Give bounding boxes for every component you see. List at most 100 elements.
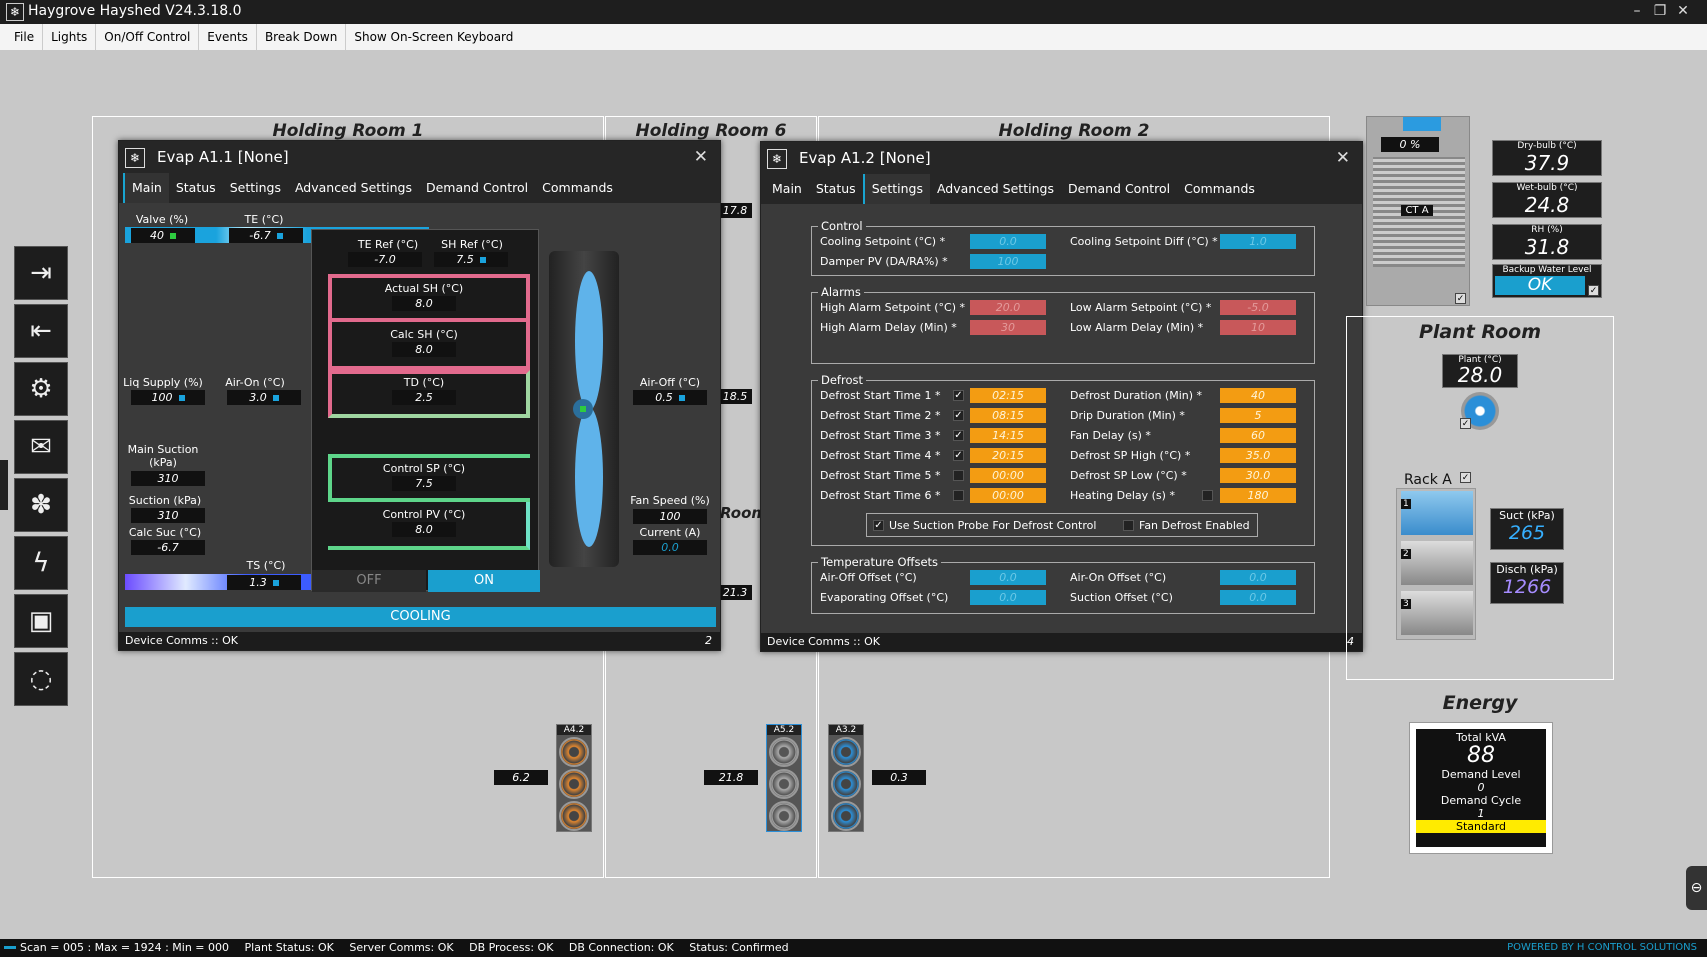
defrost-start-checkbox[interactable] (953, 470, 964, 481)
tab-advanced[interactable]: Advanced Settings (288, 173, 419, 203)
plant-status: Plant Status: OK (244, 941, 334, 954)
heating-delay-checkbox[interactable] (1202, 490, 1213, 501)
tab-status[interactable]: Status (169, 173, 223, 203)
close-icon[interactable]: ✕ (1336, 142, 1350, 174)
air-off-offset-label: Air-Off Offset (°C) (820, 571, 917, 584)
defrost-start-input[interactable]: 00:00 (970, 468, 1046, 483)
defrost-start-checkbox[interactable]: ✓ (953, 410, 964, 421)
unit-a42[interactable]: A4.2 (556, 724, 592, 832)
evap-offset-input[interactable]: 0.0 (970, 590, 1046, 605)
defrost-duration-input[interactable]: 40 (1220, 388, 1296, 403)
fan-control-button[interactable]: ✽ (14, 478, 68, 532)
tower-checkbox[interactable]: ✓ (1455, 293, 1466, 304)
refresh-button[interactable]: ◌ (14, 652, 68, 706)
damper-label: Damper PV (DA/RA%) * (820, 255, 948, 268)
high-alarm-delay-input[interactable]: 30 (970, 320, 1046, 335)
login-button[interactable]: ⇥ (14, 246, 68, 300)
rh-label: RH (%) (1531, 225, 1563, 235)
power-button[interactable]: ϟ (14, 536, 68, 590)
menu-events[interactable]: Events (199, 24, 257, 50)
menu-file[interactable]: File (0, 24, 44, 50)
backup-water-checkbox[interactable]: ✓ (1588, 285, 1599, 296)
unit-label: A5.2 (767, 725, 801, 735)
tab-settings[interactable]: Settings (223, 173, 288, 203)
logout-button[interactable]: ⇤ (14, 304, 68, 358)
low-alarm-delay-input[interactable]: 10 (1220, 320, 1296, 335)
suction-value: 310 (131, 508, 205, 523)
unit-a32[interactable]: A3.2 (828, 724, 864, 832)
cooling-sp-input[interactable]: 0.0 (970, 234, 1046, 249)
damper-input[interactable]: 100 (970, 254, 1046, 269)
discharge-pressure-panel: Disch (kPa) 1266 (1490, 562, 1564, 604)
evap-a11-window[interactable]: ❄ Evap A1.1 [None] ✕ Main Status Settings A… (118, 140, 721, 651)
plant-temp-value: 28.0 (1457, 363, 1503, 387)
user-settings-button[interactable]: ⚙ (14, 362, 68, 416)
mail-button[interactable]: ✉ (14, 420, 68, 474)
control-panel: TE Ref (°C) -7.0 SH Ref (°C) 7.5 Actual … (311, 229, 540, 592)
defrost-start-checkbox[interactable]: ✓ (953, 430, 964, 441)
plant-fan-checkbox[interactable]: ✓ (1460, 418, 1471, 429)
close-icon[interactable]: ✕ (694, 141, 708, 173)
status-dot (479, 257, 486, 263)
defrost-start-checkbox[interactable]: ✓ (953, 390, 964, 401)
tab-commands[interactable]: Commands (535, 173, 620, 203)
defrost-start-input[interactable]: 00:00 (970, 488, 1046, 503)
save-button[interactable]: ▣ (14, 594, 68, 648)
suction-offset-input[interactable]: 0.0 (1220, 590, 1296, 605)
air-on-offset-input[interactable]: 0.0 (1220, 570, 1296, 585)
side-handle[interactable] (0, 460, 8, 510)
defrost-sp-low-input[interactable]: 30.0 (1220, 468, 1296, 483)
defrost-start-input[interactable]: 08:15 (970, 408, 1046, 423)
rack-checkbox[interactable]: ✓ (1460, 472, 1471, 483)
cooling-diff-input[interactable]: 1.0 (1220, 234, 1296, 249)
edge-value: 21.3 (718, 585, 752, 600)
tab-bar: Main Status Settings Advanced Settings Deman… (761, 174, 1362, 204)
cooling-tower[interactable]: 0 % CT A ✓ (1366, 116, 1470, 306)
evap-a12-window[interactable]: ❄ Evap A1.2 [None] ✕ Main Status Settings A… (760, 141, 1363, 652)
close-icon[interactable]: ✕ (1671, 0, 1695, 24)
defrost-sp-high-input[interactable]: 35.0 (1220, 448, 1296, 463)
menu-breakdown[interactable]: Break Down (257, 24, 347, 50)
defrost-start-checkbox[interactable]: ✓ (953, 450, 964, 461)
tab-main[interactable]: Main (123, 173, 169, 203)
minimize-icon[interactable]: – (1625, 0, 1649, 24)
on-button[interactable]: ON (428, 570, 540, 592)
menu-keyboard[interactable]: Show On-Screen Keyboard (346, 24, 521, 50)
unit-a52-value: 21.8 (704, 770, 758, 785)
defrost-start-input[interactable]: 14:15 (970, 428, 1046, 443)
tab-status[interactable]: Status (809, 174, 863, 204)
menu-lights[interactable]: Lights (43, 24, 97, 50)
fan-defrost-checkbox[interactable] (1123, 520, 1134, 531)
group-title: Temperature Offsets (818, 555, 942, 569)
maximize-icon[interactable]: ❐ (1648, 0, 1672, 24)
low-alarm-sp-label: Low Alarm Setpoint (°C) * (1070, 301, 1212, 314)
off-button[interactable]: OFF (312, 570, 426, 592)
tab-settings[interactable]: Settings (862, 174, 930, 204)
compressor-number: 2 (1401, 549, 1411, 559)
high-alarm-sp-input[interactable]: 20.0 (970, 300, 1046, 315)
current-value: 0.0 (633, 540, 707, 555)
tab-advanced[interactable]: Advanced Settings (930, 174, 1061, 204)
tab-main[interactable]: Main (765, 174, 809, 204)
dry-bulb-panel: Dry-bulb (°C) 37.9 (1492, 140, 1602, 176)
heating-delay-input[interactable]: 180 (1220, 488, 1296, 503)
defrost-start-checkbox[interactable] (953, 490, 964, 501)
valve-label: Valve (%) (135, 213, 189, 226)
plant-temp-panel: Plant (°C) 28.0 (1442, 354, 1518, 388)
drip-duration-input[interactable]: 5 (1220, 408, 1296, 423)
tab-commands[interactable]: Commands (1177, 174, 1262, 204)
menu-onoff[interactable]: On/Off Control (96, 24, 200, 50)
rack-label: Rack A (1404, 472, 1452, 488)
defrost-start-input[interactable]: 20:15 (970, 448, 1046, 463)
unit-a52[interactable]: A5.2 (766, 724, 802, 832)
fan-delay-input[interactable]: 60 (1220, 428, 1296, 443)
rack-compressors[interactable]: 1 2 3 (1396, 488, 1476, 640)
tab-demand[interactable]: Demand Control (1061, 174, 1177, 204)
collapse-panel-icon[interactable]: ⊖ (1686, 866, 1707, 910)
tab-demand[interactable]: Demand Control (419, 173, 535, 203)
low-alarm-sp-input[interactable]: -5.0 (1220, 300, 1296, 315)
liq-supply-label: Liq Supply (%) (123, 376, 203, 389)
defrost-start-input[interactable]: 02:15 (970, 388, 1046, 403)
suction-probe-checkbox[interactable]: ✓ (873, 520, 884, 531)
air-off-offset-input[interactable]: 0.0 (970, 570, 1046, 585)
